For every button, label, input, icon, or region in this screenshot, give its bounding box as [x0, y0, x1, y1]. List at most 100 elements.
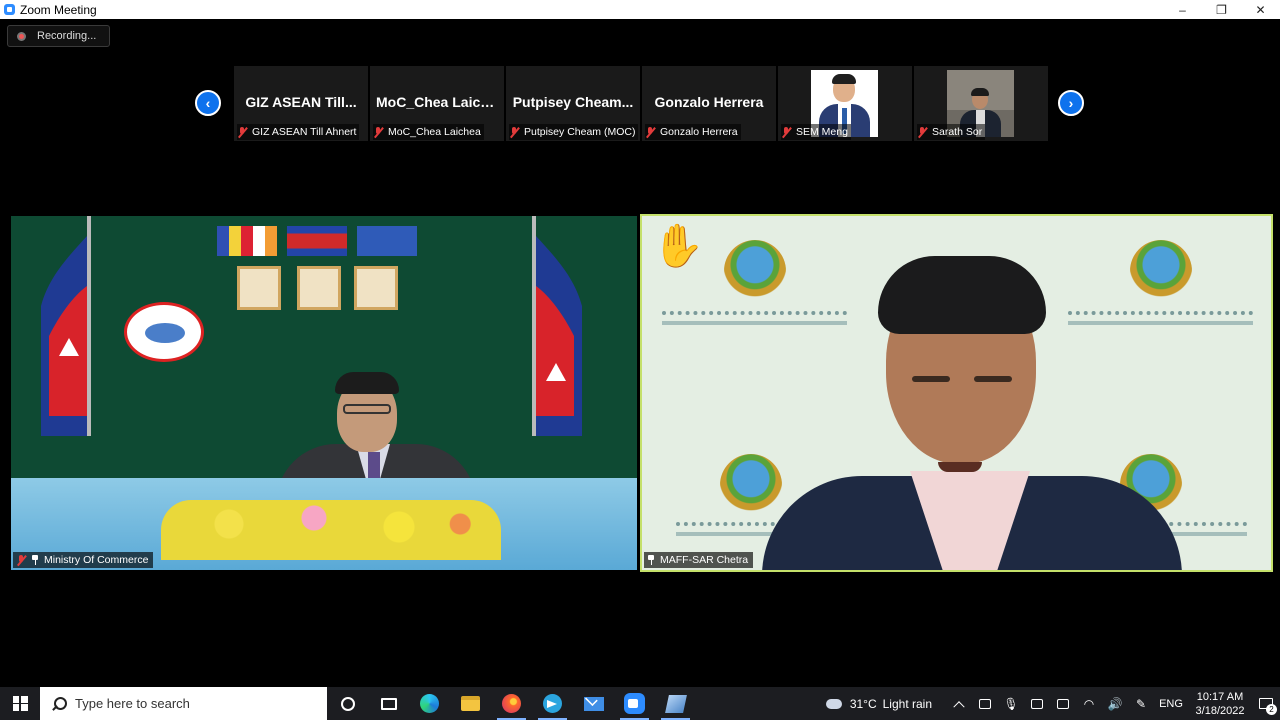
task-view-icon	[380, 697, 397, 710]
participant-label: SEM Meng	[781, 124, 851, 140]
telegram-icon	[543, 694, 562, 713]
mic-muted-icon	[373, 126, 384, 138]
pin-icon	[647, 555, 655, 565]
ministry-logo	[724, 240, 786, 302]
raise-hand-icon: ✋	[652, 222, 705, 269]
portrait-frame	[354, 266, 398, 310]
participant-label: Gonzalo Herrera	[645, 124, 741, 140]
gallery-next-button[interactable]: ›	[1058, 90, 1084, 116]
cortana-button[interactable]	[327, 687, 368, 720]
participant-name: Gonzalo Herrera	[660, 126, 738, 138]
buddhist-flag	[217, 226, 277, 256]
file-explorer-button[interactable]	[450, 687, 491, 720]
language-indicator[interactable]: ENG	[1154, 698, 1188, 710]
gallery-prev-button[interactable]: ‹	[195, 90, 221, 116]
flower-arrangement	[161, 500, 501, 560]
participant-display-name: Putpisey Cheam...	[512, 94, 634, 110]
taskbar-search[interactable]: Type here to search	[40, 687, 327, 720]
start-button[interactable]	[0, 687, 40, 720]
edge-button[interactable]	[409, 687, 450, 720]
cambodia-flag	[532, 216, 582, 436]
speaker-icon: 🔊	[1107, 696, 1123, 711]
portrait-frame	[297, 266, 341, 310]
title-bar: Zoom Meeting – ❐ ✕	[0, 0, 1280, 19]
telegram-button[interactable]	[532, 687, 573, 720]
ministry-logo	[1130, 240, 1192, 302]
notification-count: 2	[1266, 704, 1277, 715]
ministry-caption	[662, 311, 847, 333]
video-name: Ministry Of Commerce	[44, 554, 149, 566]
participant-tile[interactable]: GIZ ASEAN Till... GIZ ASEAN Till Ahnert	[234, 66, 368, 141]
mail-button[interactable]	[573, 687, 614, 720]
participant-name: SEM Meng	[796, 126, 848, 138]
app-button[interactable]	[655, 687, 696, 720]
clock[interactable]: 10:17 AM 3/18/2022	[1188, 690, 1252, 718]
zoom-icon	[624, 693, 645, 714]
ministry-emblem	[124, 302, 204, 362]
participant-name: MoC_Chea Laichea	[388, 126, 481, 138]
app-icon	[664, 694, 687, 713]
participant-tile[interactable]: Gonzalo Herrera Gonzalo Herrera	[642, 66, 776, 141]
mic-muted-icon	[509, 126, 520, 138]
video-tile-right[interactable]: ✋ MAFF-SAR Chetra	[640, 214, 1273, 572]
display-icon	[1031, 698, 1043, 709]
firefox-button[interactable]	[491, 687, 532, 720]
participant-name: Sarath Sor	[932, 126, 983, 138]
mail-icon	[583, 696, 604, 711]
video-name: MAFF-SAR Chetra	[660, 554, 749, 566]
taskbar: Type here to search 31°C Light rain 🎙 ◠ …	[0, 687, 1280, 720]
participant-name: GIZ ASEAN Till Ahnert	[252, 126, 357, 138]
mic-muted-icon	[645, 126, 656, 138]
windows-icon	[12, 696, 28, 711]
pen-icon: ✎	[1135, 696, 1147, 711]
edge-icon	[420, 694, 439, 713]
system-tray: 31°C Light rain 🎙 ◠ 🔊 ✎ ENG 10:17 AM 3/1…	[825, 687, 1280, 720]
video-tile-left[interactable]: Ministry Of Commerce	[11, 216, 637, 570]
participant-tile[interactable]: SEM Meng	[778, 66, 912, 141]
pin-icon	[31, 555, 39, 565]
battery-button[interactable]	[1050, 687, 1076, 720]
participant-tile[interactable]: MoC_Chea Laich... MoC_Chea Laichea	[370, 66, 504, 141]
participant-tile[interactable]: Sarath Sor	[914, 66, 1048, 141]
mic-muted-icon	[781, 126, 792, 138]
show-hidden-icons-button[interactable]	[946, 687, 972, 720]
battery-icon	[1057, 698, 1069, 709]
rain-cloud-icon	[825, 698, 842, 709]
participant-label: Putpisey Cheam (MOC)	[509, 124, 639, 140]
weather-widget[interactable]: 31°C Light rain	[825, 696, 932, 711]
pen-button[interactable]: ✎	[1128, 687, 1154, 720]
cambodia-flag	[41, 216, 91, 436]
participant-display-name: GIZ ASEAN Till...	[245, 94, 357, 110]
zoom-tray-icon	[979, 698, 991, 709]
clock-time: 10:17 AM	[1196, 690, 1244, 703]
mic-muted-icon	[917, 126, 928, 138]
zoom-app-icon	[4, 4, 15, 15]
wifi-button[interactable]: ◠	[1076, 687, 1102, 720]
close-button[interactable]: ✕	[1241, 0, 1280, 19]
weather-condition: Light rain	[882, 696, 932, 711]
cortana-icon	[340, 696, 355, 711]
chevron-left-icon: ‹	[205, 95, 211, 111]
recording-indicator[interactable]: Recording...	[7, 25, 110, 47]
microphone-button[interactable]: 🎙	[998, 687, 1024, 720]
task-view-button[interactable]	[368, 687, 409, 720]
participant-display-name: Gonzalo Herrera	[654, 94, 764, 110]
window-title: Zoom Meeting	[20, 2, 97, 17]
clock-date: 3/18/2022	[1195, 704, 1245, 717]
ministry-caption	[1068, 311, 1253, 333]
volume-button[interactable]: 🔊	[1102, 687, 1128, 720]
search-icon	[51, 696, 67, 711]
notification-center-button[interactable]: 2	[1252, 687, 1280, 720]
minimize-button[interactable]: –	[1163, 0, 1202, 19]
video-name-tag: MAFF-SAR Chetra	[644, 552, 754, 568]
zoom-button[interactable]	[614, 687, 655, 720]
royal-banner	[357, 226, 417, 256]
display-button[interactable]	[1024, 687, 1050, 720]
zoom-tray-button[interactable]	[972, 687, 998, 720]
chevron-right-icon: ›	[1068, 95, 1074, 111]
video-name-tag: Ministry Of Commerce	[13, 552, 154, 568]
file-explorer-icon	[461, 696, 480, 711]
search-placeholder: Type here to search	[75, 696, 190, 711]
restore-button[interactable]: ❐	[1202, 0, 1241, 19]
participant-tile[interactable]: Putpisey Cheam... Putpisey Cheam (MOC)	[506, 66, 640, 141]
